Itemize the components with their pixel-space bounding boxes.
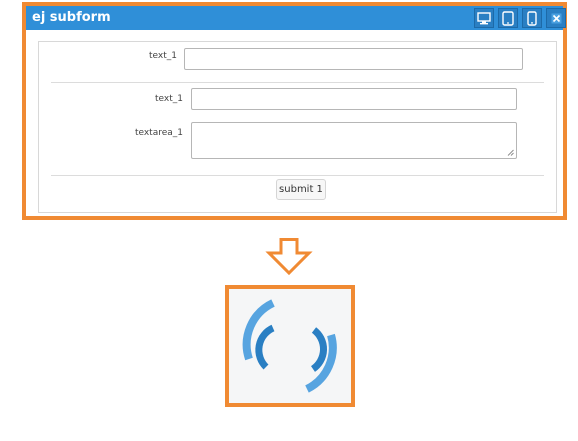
phone-icon (527, 10, 537, 26)
spinner-preview (225, 285, 355, 407)
close-icon (551, 13, 561, 23)
desktop-icon (477, 11, 491, 24)
subform-window: ej subform text_1 text_1 textarea_1 subm… (22, 2, 567, 220)
subform-text-label: text_1 (155, 94, 183, 104)
top-text-label: text_1 (149, 51, 177, 61)
subform-textarea[interactable] (191, 122, 517, 159)
window-titlebar: ej subform (26, 6, 566, 30)
subform-text-input[interactable] (191, 88, 517, 110)
subform-bottom-divider (51, 175, 544, 176)
tablet-view-button[interactable] (498, 8, 518, 28)
submit-button[interactable]: submit 1 (276, 179, 326, 200)
close-button[interactable] (546, 8, 566, 28)
down-arrow-icon (265, 238, 313, 276)
desktop-view-button[interactable] (474, 8, 494, 28)
subform-textarea-label: textarea_1 (134, 128, 183, 138)
phone-view-button[interactable] (522, 8, 542, 28)
loading-spinner-icon (242, 299, 337, 393)
top-text-input[interactable] (184, 48, 523, 70)
tablet-icon (502, 10, 514, 26)
resize-grip-icon[interactable] (507, 149, 514, 156)
window-title: ej subform (32, 10, 111, 25)
subform-top-divider (51, 82, 544, 83)
form-panel: text_1 text_1 textarea_1 submit 1 (38, 41, 557, 213)
